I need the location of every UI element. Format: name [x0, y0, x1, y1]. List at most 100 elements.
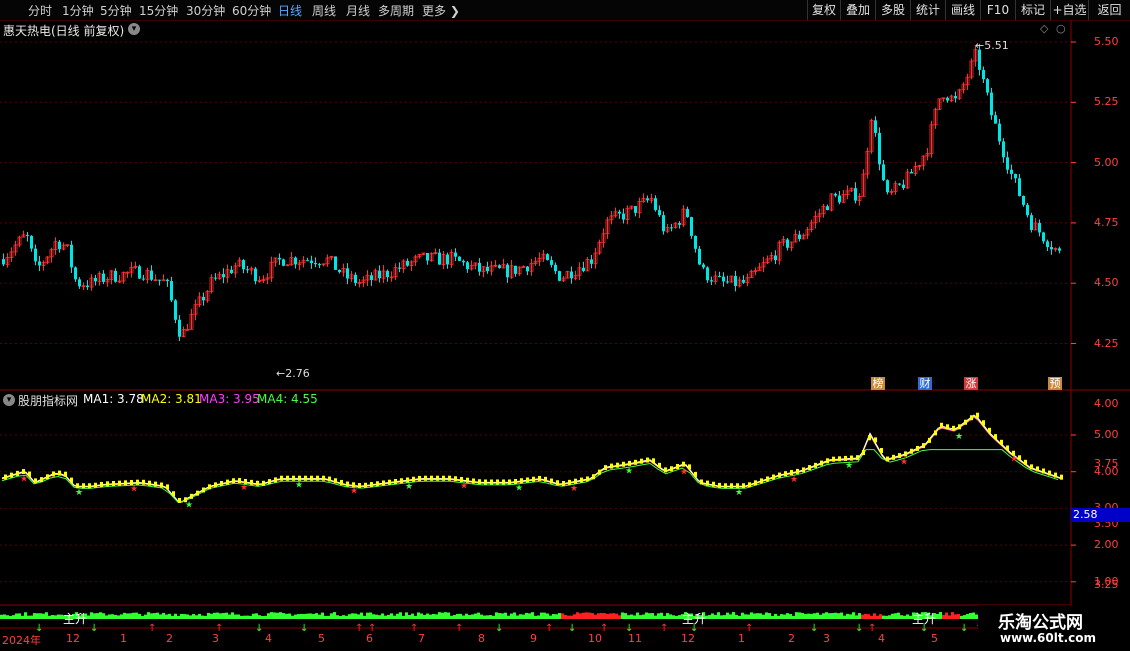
signal-bar — [114, 614, 117, 619]
indicator-bar — [316, 475, 319, 481]
indicator-bar — [802, 467, 805, 473]
signal-bar — [42, 613, 45, 619]
signal-bar — [636, 612, 639, 619]
signal-bar — [621, 612, 624, 619]
signal-bar — [834, 612, 837, 619]
indicator-bar — [988, 427, 991, 433]
signal-bar — [570, 615, 573, 619]
candle-body — [94, 277, 97, 282]
signal-bar — [603, 613, 606, 619]
star-marker: ★ — [405, 482, 413, 492]
star-marker: ★ — [20, 474, 28, 484]
signal-bar — [138, 613, 141, 619]
signal-bar — [594, 614, 597, 619]
candle-body — [706, 267, 709, 281]
signal-bar — [957, 614, 960, 619]
current-value-tag: 2.58 — [1071, 508, 1130, 522]
signal-bar — [201, 615, 204, 619]
signal-bar — [540, 612, 543, 619]
signal-bar — [480, 614, 483, 619]
signal-bar — [288, 613, 291, 619]
indicator-bar — [232, 478, 235, 484]
signal-bar — [972, 612, 975, 619]
indicator-bar — [196, 490, 199, 496]
watermark-title: 乐淘公式网 — [998, 613, 1083, 633]
signal-bar — [678, 615, 681, 619]
indicator-bar — [916, 445, 919, 451]
signal-bar — [249, 615, 252, 619]
signal-bar — [441, 612, 444, 619]
signal-bar — [474, 613, 477, 619]
indicator-bar — [64, 471, 67, 477]
signal-bar — [351, 613, 354, 619]
indicator-name[interactable]: 股朋指标网 — [18, 392, 78, 409]
signal-bar — [645, 612, 648, 619]
signal-bar — [354, 613, 357, 619]
candle-body — [886, 180, 889, 193]
signal-bar — [801, 612, 804, 619]
chevron-down-icon[interactable]: ▾ — [3, 394, 15, 406]
candle-body — [982, 69, 985, 80]
candle-body — [1042, 232, 1045, 242]
indicator-bar — [532, 476, 535, 482]
price-tick: 4.00 — [1094, 396, 1119, 410]
signal-bar — [303, 613, 306, 619]
indicator-tick: 2.00 — [1094, 538, 1119, 552]
star-marker: ★ — [570, 484, 578, 494]
indicator-bar — [364, 482, 367, 488]
signal-bar — [141, 615, 144, 619]
candle-body — [406, 260, 409, 266]
indicator-bar — [526, 477, 529, 483]
indicator-tick: 5.00 — [1094, 428, 1119, 441]
star-marker: ★ — [955, 432, 963, 442]
indicator-bar — [484, 479, 487, 485]
signal-bar — [477, 612, 480, 619]
signal-bar — [174, 613, 177, 619]
signal-bar — [717, 612, 720, 619]
signal-bar — [240, 615, 243, 619]
badge-1[interactable]: 财 — [918, 377, 932, 390]
candle-body — [898, 183, 901, 185]
signal-bar — [873, 613, 876, 619]
badge-3[interactable]: 预 — [1048, 377, 1062, 390]
signal-bar — [24, 612, 27, 619]
signal-bar — [360, 612, 363, 619]
candlestick-chart[interactable]: ★★ ★★★ ★★ ★ ★ ★ ★★ ★★★★ ★★★↓ ↓ ↑ ↑ ↓ ↓ ↑ ↑ ↑ ↑ ↓ ↑ ↓ ↑ ↓ ↑ ↓ ↑ ↓ ↓ ↑… — [0, 0, 1130, 650]
indicator-bar — [910, 448, 913, 454]
badge-0[interactable]: 榜 — [871, 377, 885, 390]
indicator-bar — [1000, 439, 1003, 445]
signal-bar — [765, 612, 768, 619]
signal-bar — [273, 612, 276, 619]
signal-bar — [492, 615, 495, 619]
signal-bar — [231, 612, 234, 619]
signal-bar — [585, 612, 588, 619]
candle-body — [694, 235, 697, 249]
signal-bar — [789, 614, 792, 619]
candle-body — [882, 164, 885, 181]
candle-body — [774, 255, 777, 261]
signal-bar — [330, 613, 333, 619]
indicator-bar — [808, 465, 811, 471]
badge-2[interactable]: 涨 — [964, 377, 978, 390]
candle-body — [178, 319, 181, 337]
signal-bar — [108, 614, 111, 619]
indicator-bar — [454, 476, 457, 482]
indicator-bar — [862, 449, 865, 455]
signal-bar — [15, 613, 18, 619]
candle-body — [498, 265, 501, 268]
candle-body — [278, 257, 281, 260]
indicator-bar — [550, 478, 553, 484]
price-tick: 5.50 — [1094, 35, 1119, 48]
signal-bar — [525, 612, 528, 619]
indicator-bar — [46, 474, 49, 480]
candle-body — [786, 239, 789, 248]
candle-body — [438, 252, 441, 265]
candle-body — [386, 270, 389, 277]
signal-bar — [111, 614, 114, 619]
signal-bar — [90, 612, 93, 619]
indicator-bar — [838, 456, 841, 462]
signal-bar — [792, 615, 795, 619]
signal-arrow: ↑ — [545, 623, 553, 634]
signal-bar — [366, 612, 369, 619]
indicator-bar — [118, 480, 121, 486]
